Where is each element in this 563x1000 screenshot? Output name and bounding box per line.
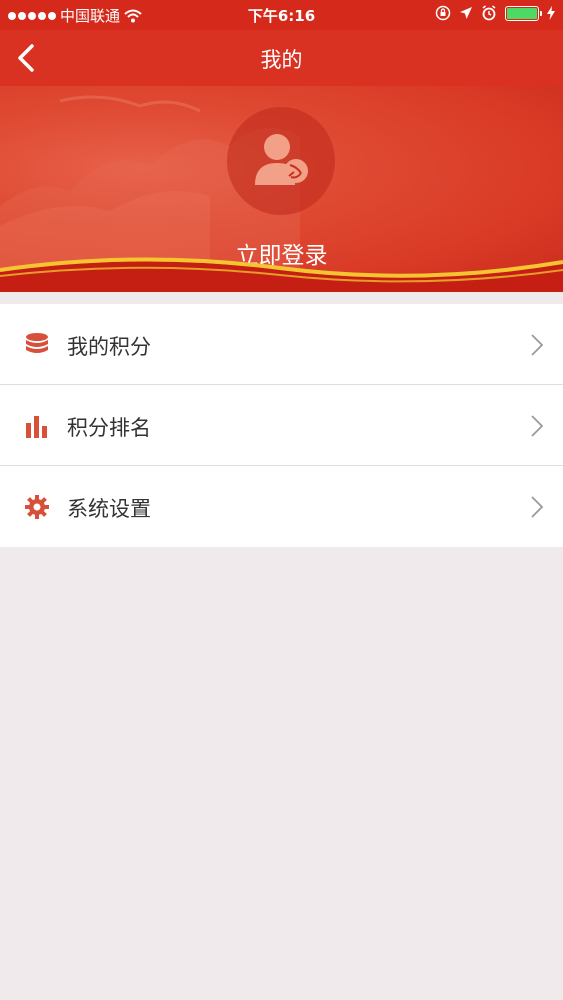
profile-header: 立即登录 (0, 86, 563, 292)
menu-item-points-ranking[interactable]: 积分排名 (0, 385, 563, 466)
menu-item-my-points[interactable]: 我的积分 (0, 304, 563, 385)
avatar[interactable] (227, 107, 335, 215)
menu-item-system-settings[interactable]: 系统设置 (0, 466, 563, 547)
alarm-icon (482, 5, 496, 21)
status-right (435, 5, 555, 21)
party-member-avatar-icon (255, 134, 308, 185)
database-icon (26, 333, 48, 353)
menu-item-label: 积分排名 (67, 416, 151, 440)
chevron-right-icon (531, 496, 544, 518)
rotation-lock-icon (435, 5, 451, 21)
page-title: 我的 (260, 48, 303, 72)
ribbon-wave-decoration (0, 257, 563, 292)
gear-icon (25, 495, 49, 519)
menu-item-label: 我的积分 (67, 335, 151, 359)
navigation-bar: 我的 (0, 30, 563, 86)
status-bar: 中国联通 下午6:16 (0, 0, 563, 30)
menu-list: 我的积分 积分排名 系统设置 (0, 304, 563, 547)
charging-icon (547, 6, 555, 20)
location-icon (460, 7, 472, 19)
bar-chart-icon (26, 416, 47, 438)
menu-item-label: 系统设置 (67, 497, 151, 521)
chevron-right-icon (531, 415, 544, 437)
chevron-right-icon (531, 334, 544, 356)
battery-icon (505, 5, 542, 21)
